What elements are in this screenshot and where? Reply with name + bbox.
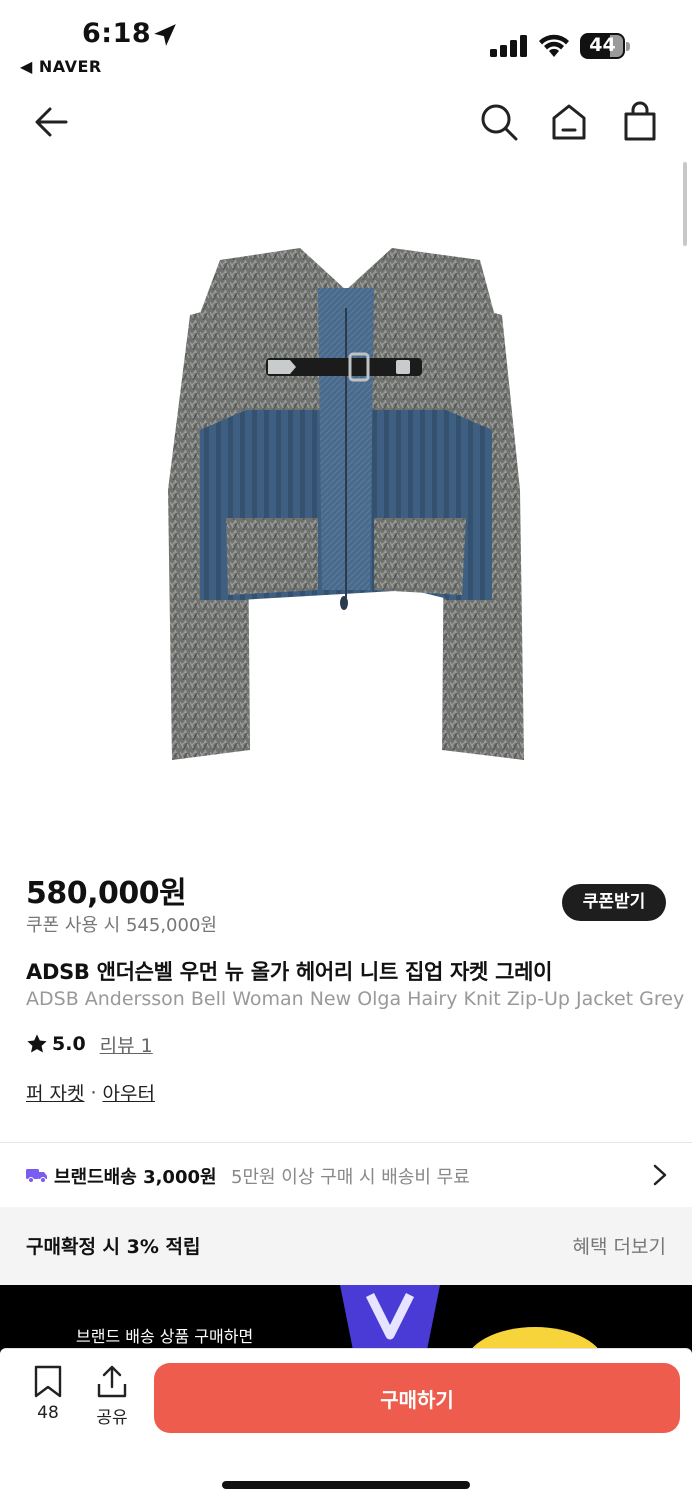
points-benefit-row: 구매확정 시 3% 적립 혜택 더보기 [0, 1207, 692, 1285]
home-indicator[interactable] [222, 1481, 470, 1489]
product-price: 580,000원 [26, 876, 187, 911]
delivery-truck-icon [26, 1169, 47, 1183]
status-time: 6:18 [82, 18, 152, 49]
star-icon [27, 1034, 47, 1053]
badge-check-icon [340, 1285, 440, 1355]
home-icon[interactable] [547, 100, 591, 144]
product-title-english: ADSB Andersson Bell Woman New Olga Hairy… [26, 988, 685, 1010]
delivery-info-row[interactable]: 브랜드배송 3,000원 5만원 이상 구매 시 배송비 무료 [0, 1143, 692, 1207]
search-icon[interactable] [477, 100, 521, 144]
get-coupon-button[interactable]: 쿠폰받기 [562, 884, 666, 921]
bookmark-icon [34, 1365, 62, 1398]
points-label: 구매확정 시 3% 적립 [26, 1236, 201, 1258]
cellular-signal-icon [490, 35, 527, 57]
category-outer[interactable]: 아우터 [103, 1079, 155, 1106]
share-button[interactable]: 공유 [88, 1365, 136, 1428]
back-arrow-icon[interactable] [30, 100, 74, 144]
wifi-icon [539, 34, 569, 57]
back-to-app-link[interactable]: ◀ NAVER [20, 57, 102, 76]
product-title-korean: ADSB 앤더슨벨 우먼 뉴 올가 헤어리 니트 집업 자켓 그레이 [26, 960, 553, 984]
bookmark-count: 48 [37, 1403, 59, 1423]
free-shipping-note: 5만원 이상 구매 시 배송비 무료 [231, 1167, 470, 1188]
buy-button[interactable]: 구매하기 [154, 1363, 680, 1433]
category-separator: · [90, 1081, 97, 1104]
battery-indicator: 44 [580, 33, 630, 59]
share-label: 공유 [96, 1408, 128, 1428]
bookmark-button[interactable]: 48 [24, 1365, 72, 1423]
top-navigation [0, 90, 692, 154]
chevron-right-icon [653, 1164, 667, 1186]
share-icon [97, 1365, 127, 1398]
review-link[interactable]: 리뷰 1 [100, 1031, 153, 1058]
location-arrow-icon [154, 24, 176, 46]
banner-text: 브랜드 배송 상품 구매하면 [76, 1327, 254, 1346]
coupon-price: 쿠폰 사용 시 545,000원 [26, 915, 217, 936]
product-rating: 5.0 리뷰 1 [26, 1031, 153, 1057]
battery-level: 44 [589, 34, 616, 56]
promo-banner[interactable]: 브랜드 배송 상품 구매하면 [0, 1285, 692, 1355]
rating-score: 5.0 [52, 1033, 86, 1055]
delivery-fee: 브랜드배송 3,000원 [54, 1167, 217, 1188]
status-bar: 6:18 ◀ NAVER 44 [0, 0, 692, 84]
category-breadcrumb: 퍼 자켓 · 아우터 [26, 1079, 155, 1106]
category-fur-jacket[interactable]: 퍼 자켓 [26, 1079, 84, 1106]
bottom-action-bar: 48 공유 구매하기 [0, 1348, 692, 1500]
product-image[interactable] [0, 160, 692, 850]
shopping-bag-icon[interactable] [618, 100, 662, 144]
more-benefits-link[interactable]: 혜택 더보기 [573, 1232, 666, 1259]
